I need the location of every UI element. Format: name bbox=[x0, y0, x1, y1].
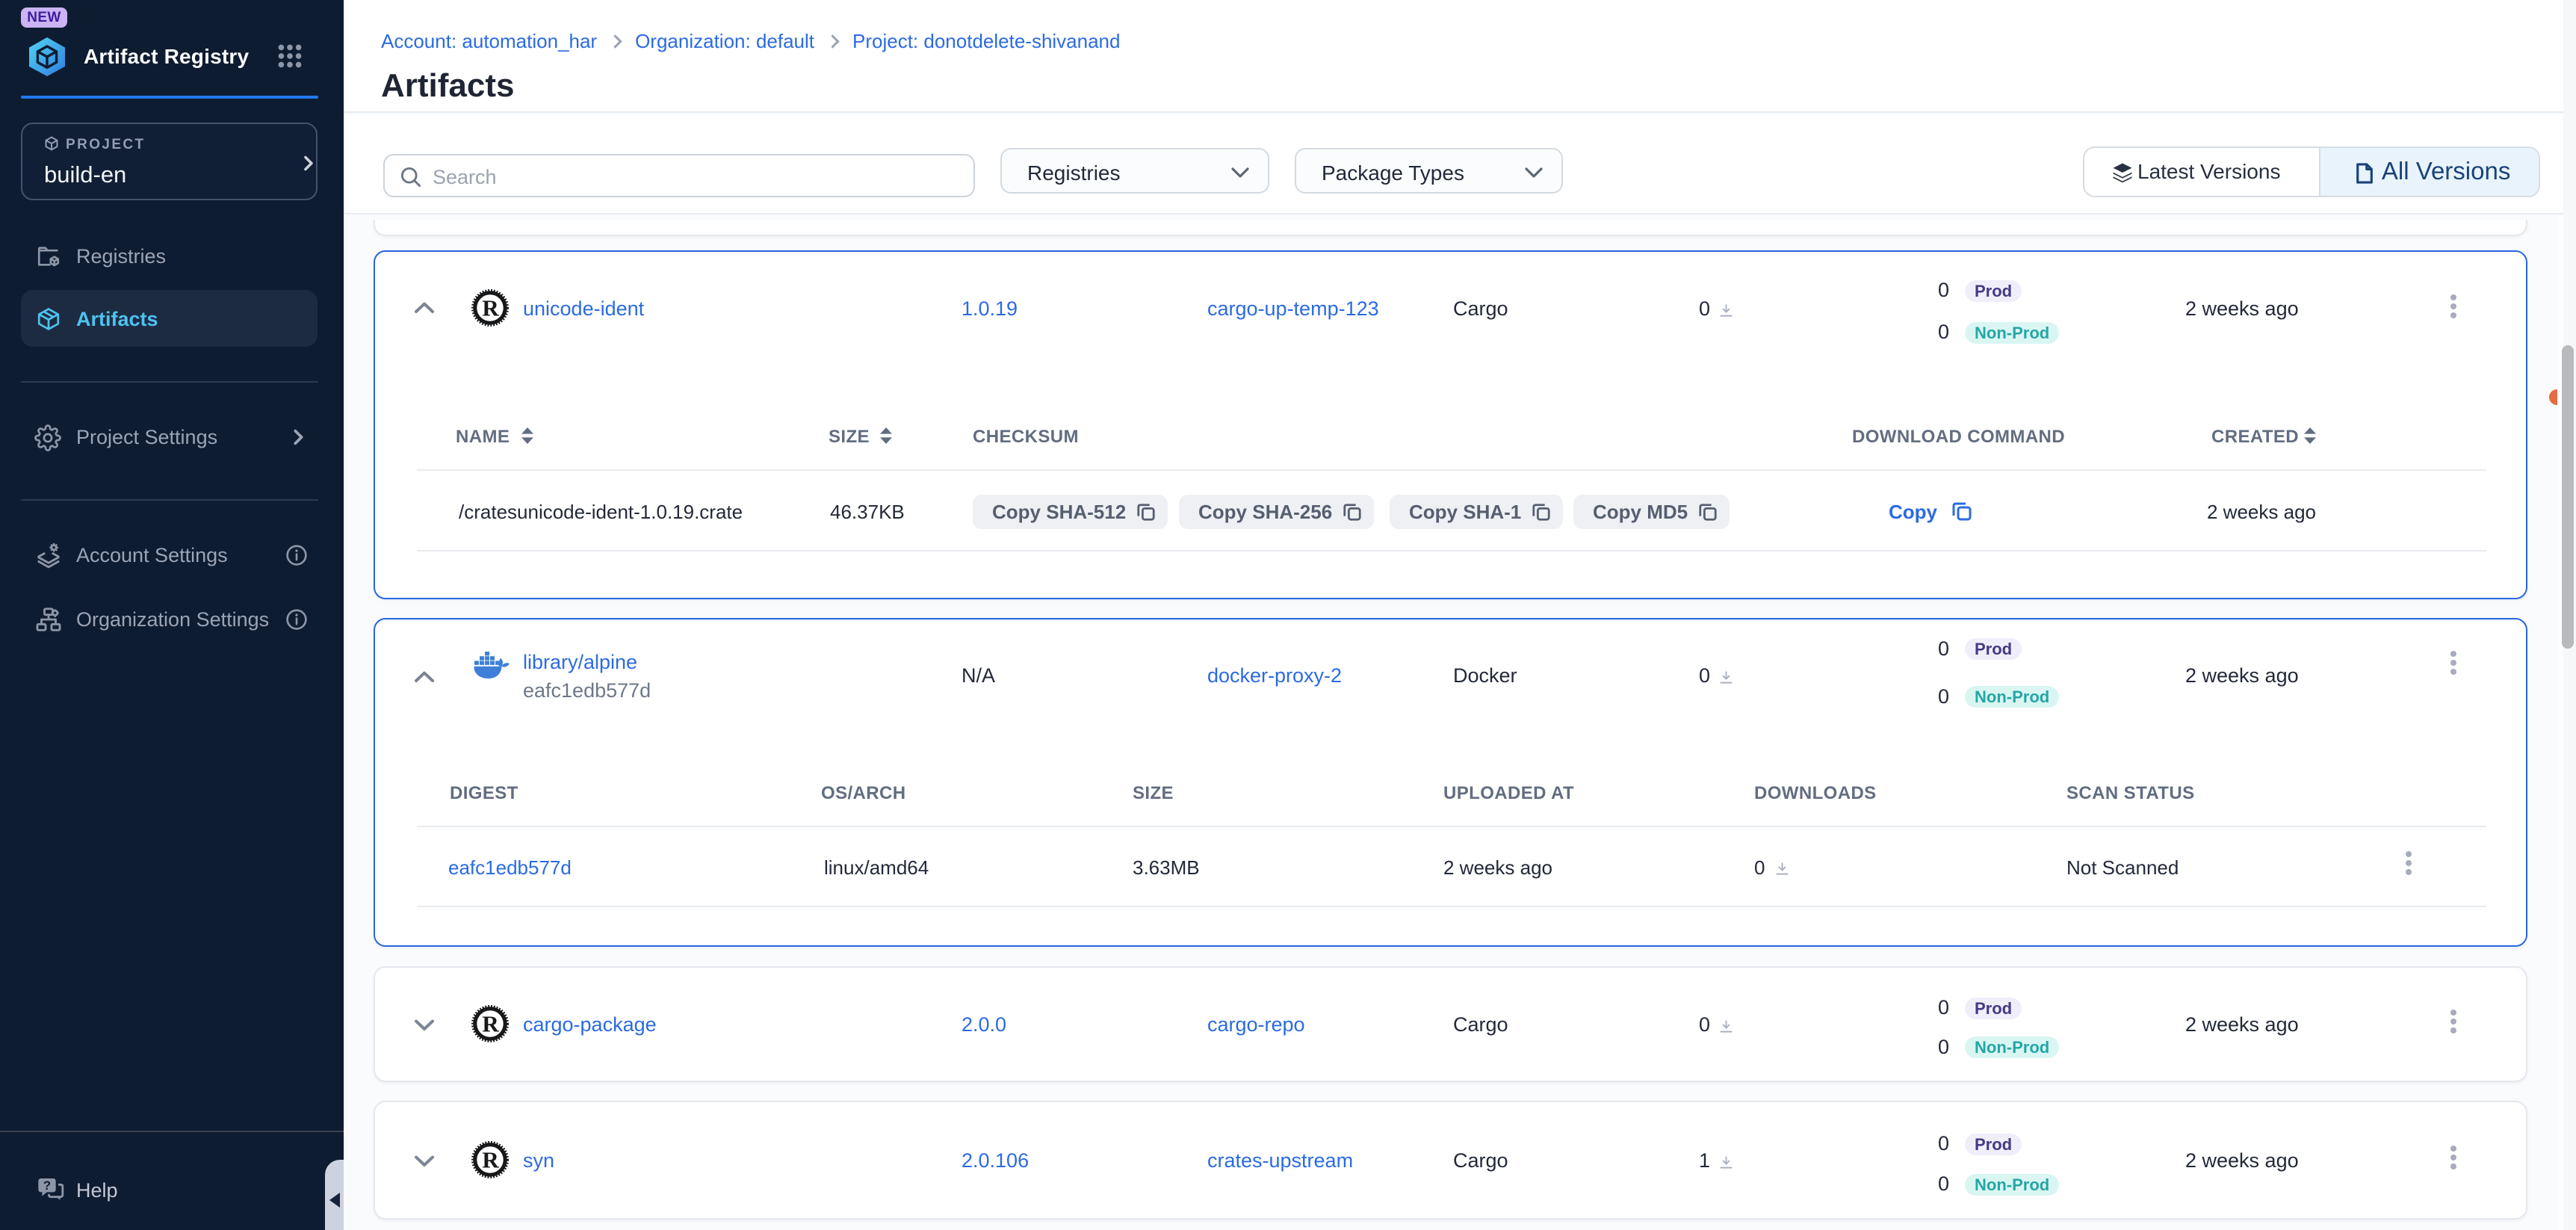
svg-text:R: R bbox=[482, 1011, 499, 1037]
svg-text:R: R bbox=[482, 295, 499, 321]
svg-text:R: R bbox=[482, 1147, 499, 1173]
svg-text:?: ? bbox=[43, 1178, 51, 1193]
